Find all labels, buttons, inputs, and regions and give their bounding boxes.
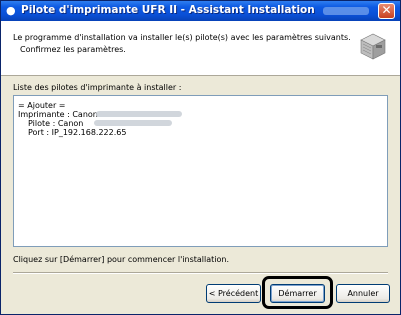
list-item: Imprimante : Canon (18, 110, 98, 119)
list-item: = Ajouter = (18, 101, 66, 110)
printer-icon (360, 33, 386, 60)
blurred-driver-name (94, 120, 172, 126)
driver-list-label: Liste des pilotes d'imprimante à install… (13, 83, 182, 92)
separator (13, 272, 388, 274)
highlight-ring (262, 276, 333, 309)
title-bar[interactable]: ● Pilote d'imprimante UFR II - Assistant… (1, 1, 400, 21)
list-item: Pilote : Canon (28, 119, 84, 128)
installer-dialog: ● Pilote d'imprimante UFR II - Assistant… (0, 0, 401, 315)
header-confirm-text: Confirmez les paramètres. (20, 45, 126, 54)
blurred-printer-name (96, 111, 182, 117)
header-description: Le programme d'installation va installer… (13, 33, 351, 42)
window-title: Pilote d'imprimante UFR II - Assistant I… (21, 4, 315, 16)
cancel-button[interactable]: Annuler (336, 284, 390, 303)
header-panel: Le programme d'installation va installer… (1, 21, 400, 76)
close-button[interactable]: ✕ (378, 3, 395, 19)
app-icon: ● (6, 4, 16, 17)
blurred-title-text (323, 7, 369, 15)
previous-button[interactable]: < Précédent (206, 284, 261, 303)
instruction-text: Cliquez sur [Démarrer] pour commencer l'… (13, 255, 229, 264)
driver-list-box[interactable]: = Ajouter = Imprimante : Canon Pilote : … (13, 95, 388, 247)
list-item: Port : IP_192.168.222.65 (28, 128, 127, 137)
